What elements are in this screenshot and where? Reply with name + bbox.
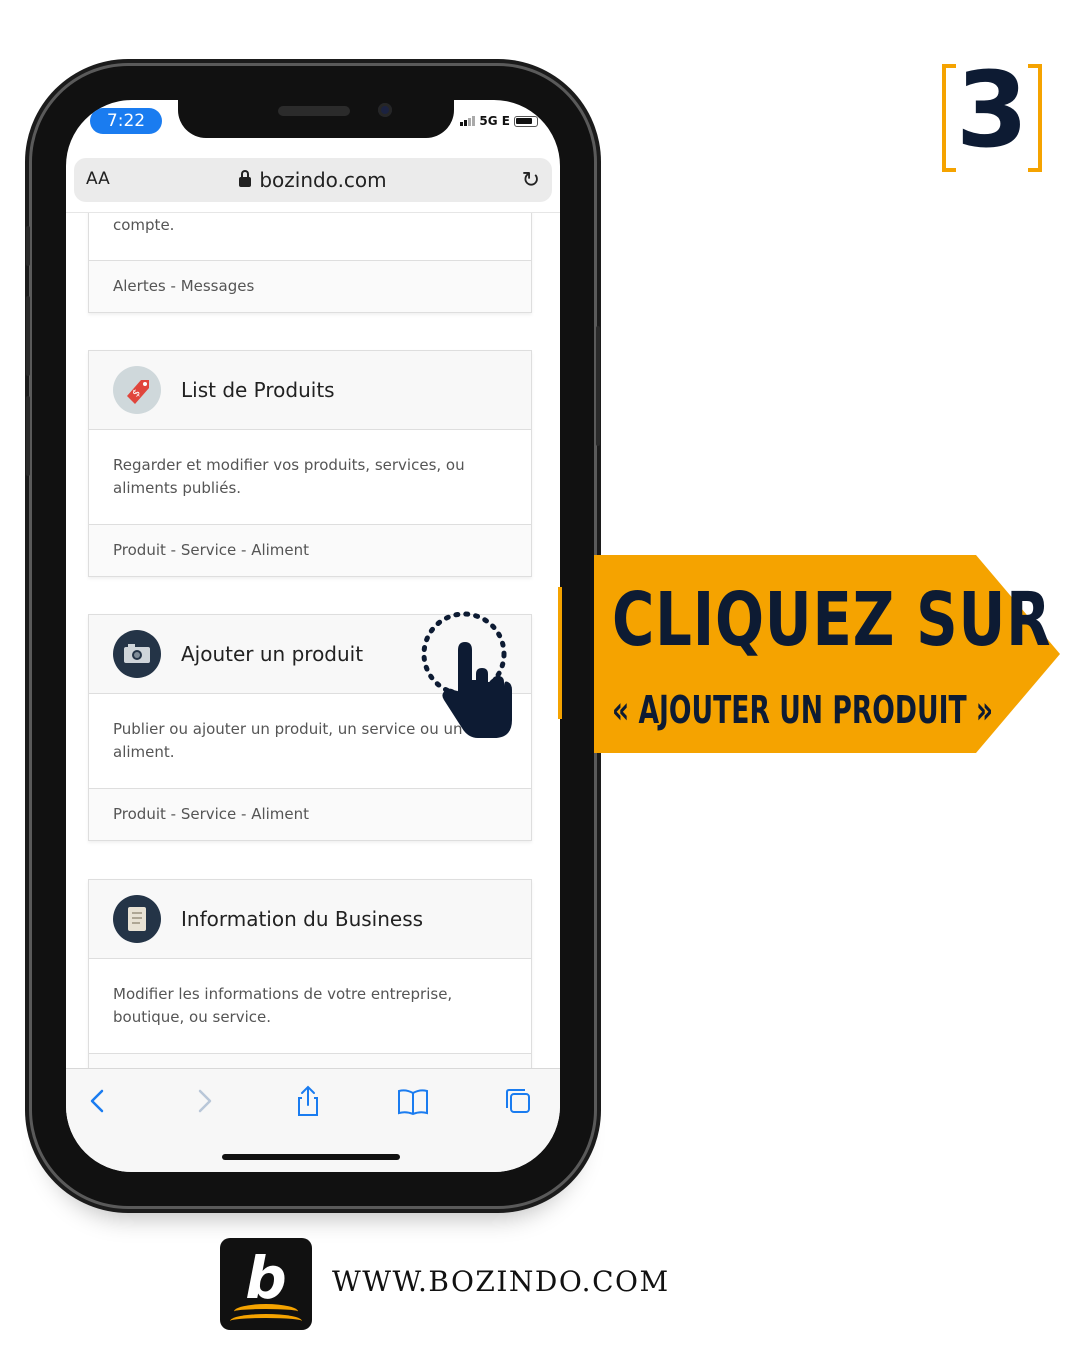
volume-up-button — [26, 296, 30, 376]
website-url: WWW.BOZINDO.COM — [332, 1265, 670, 1298]
bozindo-logo: b — [220, 1238, 312, 1330]
card-business-info[interactable]: Information du Business Modifier les inf… — [88, 879, 532, 1068]
card-description: Modifier les informations de votre entre… — [113, 985, 453, 1026]
camera-icon — [113, 630, 161, 678]
price-tag-icon: $ — [113, 366, 161, 414]
instruction-banner: CLIQUEZ SUR « AJOUTER UN PRODUIT » — [558, 555, 1062, 753]
card-alerts: compte. Alertes - Messages — [88, 213, 532, 313]
tap-hand-icon — [418, 610, 514, 742]
card-footer-text: Produit - Service - Aliment — [113, 541, 310, 559]
logo-letter: b — [245, 1244, 287, 1312]
document-icon — [113, 895, 161, 943]
card-description: compte. — [113, 216, 175, 234]
card-product-list[interactable]: $ List de Produits Regarder et modifier … — [88, 350, 532, 577]
banner-subline: « AJOUTER UN PRODUIT » — [612, 688, 994, 732]
banner-headline: CLIQUEZ SUR — [612, 577, 1052, 663]
power-button — [596, 326, 600, 446]
reload-icon[interactable]: ↻ — [522, 168, 540, 193]
mute-switch — [26, 226, 30, 266]
bookmarks-icon[interactable] — [393, 1081, 433, 1121]
safari-toolbar — [66, 1068, 560, 1172]
card-footer-text: Produit - Service - Aliment — [113, 805, 310, 823]
banner-accent-bar — [558, 587, 562, 719]
url-text: bozindo.com — [259, 168, 387, 192]
status-time: 7:22 — [90, 108, 162, 134]
back-icon[interactable] — [78, 1081, 118, 1121]
logo-wave — [230, 1314, 302, 1328]
step-number-badge: 3 — [942, 58, 1042, 172]
home-indicator — [222, 1154, 400, 1160]
card-title[interactable]: Ajouter un produit — [181, 642, 363, 666]
notch — [178, 100, 454, 138]
card-title[interactable]: Information du Business — [181, 907, 423, 931]
signal-icon — [460, 116, 476, 126]
url-host[interactable]: bozindo.com — [74, 168, 552, 192]
battery-icon — [514, 115, 538, 127]
volume-down-button — [26, 396, 30, 476]
speaker-grille — [278, 106, 350, 116]
address-bar[interactable]: AA bozindo.com ↻ — [74, 158, 552, 202]
status-indicators: 5G E — [460, 114, 538, 128]
front-camera — [378, 103, 392, 117]
share-icon[interactable] — [288, 1081, 328, 1121]
network-label: 5G E — [479, 114, 510, 128]
lock-icon — [239, 170, 252, 187]
card-description: Regarder et modifier vos produits, servi… — [113, 456, 465, 497]
step-number: 3 — [955, 49, 1029, 171]
forward-icon[interactable] — [184, 1081, 224, 1121]
card-title[interactable]: List de Produits — [181, 378, 335, 402]
card-footer-text[interactable]: Alertes - Messages — [113, 277, 254, 295]
tabs-icon[interactable] — [498, 1081, 538, 1121]
